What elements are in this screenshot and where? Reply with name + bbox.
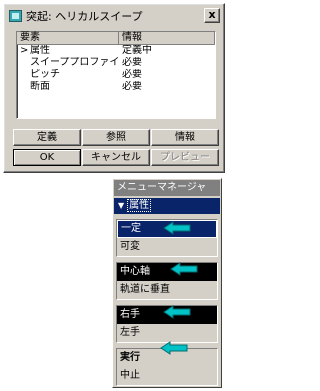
list-row-attribute[interactable]: > 属性 定義中 — [17, 45, 215, 57]
preview-button[interactable]: プレビュー — [151, 149, 219, 166]
callout-arrow-icon — [160, 341, 188, 355]
callout-arrow-icon — [170, 262, 198, 276]
menu-group-axis: 中心軸 軌道に垂直 — [116, 262, 218, 300]
list-header: 要素 情報 — [17, 32, 215, 45]
callout-arrow-icon — [163, 221, 191, 235]
menu-manager: メニューマネージャ ▼ 属性 一定 可変 中心軸 軌道に垂直 右手 左手 実行 中… — [112, 178, 222, 388]
list-row-sweep-profile[interactable]: スイーププロファイ... 必要 — [17, 57, 215, 69]
row-info: 必要 — [122, 69, 142, 80]
current-marker: > — [20, 45, 29, 56]
list-row-pitch[interactable]: ピッチ 必要 — [17, 69, 215, 81]
helical-sweep-dialog: 突起: ヘリカルスイープ x 要素 情報 >属性 定義中 スイーププロファイ..… — [3, 3, 225, 173]
dialog-title: 突起: ヘリカルスイープ — [26, 10, 143, 23]
menu-item-variable[interactable]: 可変 — [117, 238, 217, 256]
row-element: 断面 — [30, 81, 50, 92]
row-info: 必要 — [122, 57, 142, 68]
refer-button[interactable]: 参照 — [82, 129, 150, 146]
menu-item-quit[interactable]: 中止 — [117, 367, 217, 385]
menu-item-normal-to-trajectory[interactable]: 軌道に垂直 — [117, 281, 217, 299]
define-button[interactable]: 定義 — [13, 129, 81, 146]
menu-title[interactable]: メニューマネージャ — [114, 180, 220, 196]
row-info: 定義中 — [122, 45, 152, 56]
row-element: スイーププロファイ... — [30, 57, 119, 68]
column-header-info[interactable]: 情報 — [119, 32, 215, 44]
dialog-titlebar[interactable]: 突起: ヘリカルスイープ x — [7, 7, 221, 25]
element-list[interactable]: 要素 情報 >属性 定義中 スイーププロファイ... 必要 ピッチ 必要 断面 … — [16, 31, 216, 119]
column-header-element[interactable]: 要素 — [17, 32, 119, 44]
row-element: 属性 — [30, 45, 50, 56]
menu-item-center-axis[interactable]: 中心軸 — [117, 263, 217, 281]
menu-item-left-handed[interactable]: 左手 — [117, 324, 217, 342]
submenu-label: 属性 — [127, 199, 152, 212]
row-info: 必要 — [122, 81, 142, 92]
collapse-triangle-icon: ▼ — [118, 201, 125, 210]
ok-button[interactable]: OK — [13, 149, 81, 166]
app-icon — [9, 10, 22, 22]
info-button[interactable]: 情報 — [151, 129, 219, 146]
row-element: ピッチ — [30, 69, 60, 80]
cancel-button[interactable]: キャンセル — [82, 149, 150, 166]
submenu-attribute[interactable]: ▼ 属性 — [114, 198, 220, 214]
list-row-section[interactable]: 断面 必要 — [17, 81, 215, 93]
close-button[interactable]: x — [204, 8, 220, 23]
callout-arrow-icon — [163, 305, 191, 319]
